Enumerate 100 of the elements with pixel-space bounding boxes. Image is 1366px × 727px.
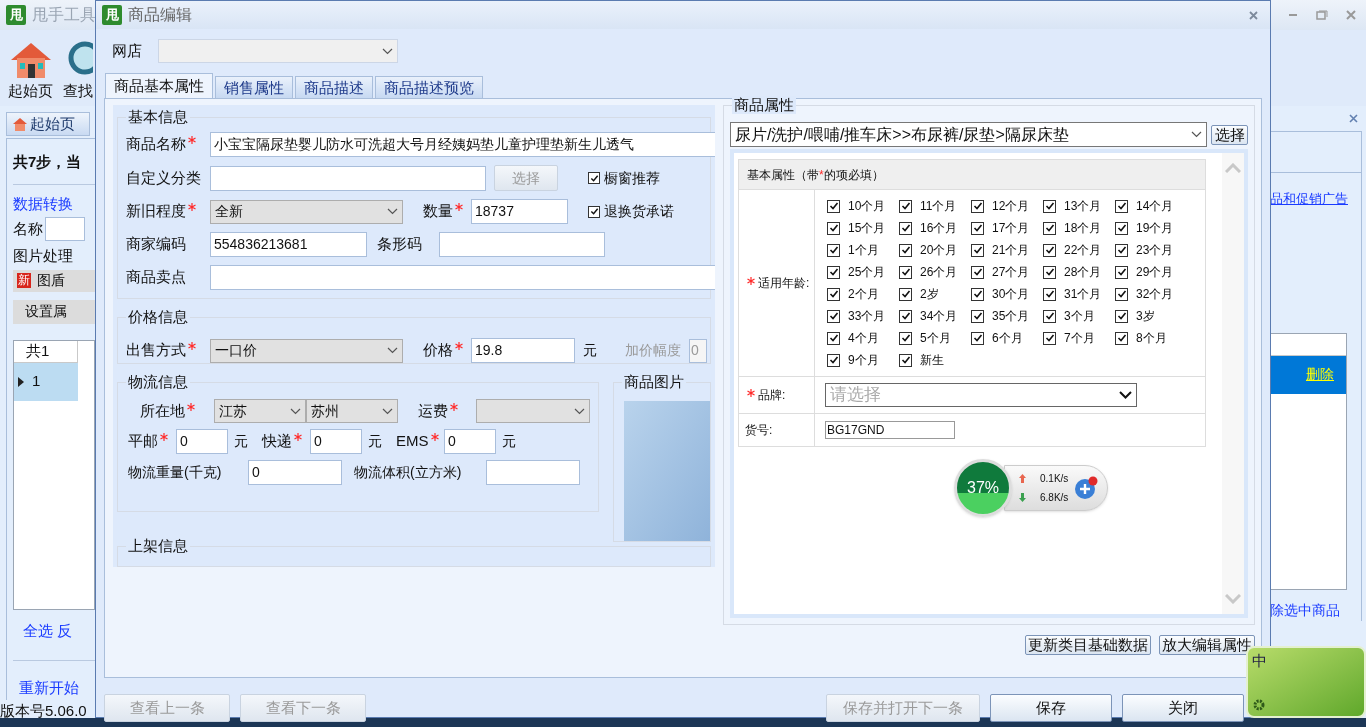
button[interactable]: 更新类目基础数据: [1025, 635, 1151, 655]
tab[interactable]: 商品描述预览: [375, 76, 483, 98]
checkbox[interactable]: [588, 205, 600, 218]
tab[interactable]: 商品描述: [295, 76, 373, 98]
input-field[interactable]: BG17GND: [825, 421, 955, 439]
checkbox[interactable]: [971, 199, 984, 213]
convert-link[interactable]: 数据转换: [13, 192, 95, 215]
button[interactable]: 保存: [990, 694, 1112, 722]
checkbox[interactable]: [827, 243, 840, 257]
checkbox[interactable]: [1043, 265, 1056, 279]
input-field[interactable]: [210, 265, 715, 290]
image-button[interactable]: 图盾: [37, 270, 65, 291]
checkbox[interactable]: [1043, 331, 1056, 345]
input-field[interactable]: 0: [176, 429, 228, 454]
checkbox[interactable]: [971, 265, 984, 279]
category-dropdown[interactable]: 尿片/洗护/喂哺/推车床>>布尿裤/尿垫>隔尿床垫: [730, 122, 1207, 147]
checkbox[interactable]: [899, 309, 912, 323]
tab[interactable]: 商品基本属性: [105, 73, 213, 98]
input-field[interactable]: [210, 165, 486, 191]
checkbox[interactable]: [899, 287, 912, 301]
checkbox-label: 30个月: [992, 286, 1030, 303]
checkbox[interactable]: [827, 265, 840, 279]
checkbox[interactable]: [827, 221, 840, 235]
checkbox[interactable]: [1115, 309, 1128, 323]
checkbox-label: 21个月: [992, 242, 1030, 259]
input-field[interactable]: 0: [248, 460, 342, 485]
checkbox-label: 3个月: [1064, 308, 1095, 325]
group-title: 价格信息: [126, 308, 190, 326]
input-field[interactable]: 19.8: [471, 338, 575, 363]
checkbox[interactable]: [827, 199, 840, 213]
toolbar-button[interactable]: 查找: [63, 39, 93, 102]
field-label: 加价幅度: [625, 341, 681, 360]
checkbox[interactable]: [899, 331, 912, 345]
field-label: 物流重量(千克): [128, 463, 223, 482]
input-field[interactable]: 18737: [471, 199, 568, 224]
field-label: 商品名称: [126, 134, 186, 155]
checkbox[interactable]: [971, 243, 984, 257]
chevron-down-icon: [387, 347, 398, 354]
input-field[interactable]: [439, 232, 605, 257]
unit-label: 元: [583, 341, 597, 360]
checkbox-label: 2个月: [848, 286, 879, 303]
checkbox[interactable]: [1115, 199, 1128, 213]
input-field[interactable]: [486, 460, 580, 485]
group-title: 图片处理: [13, 246, 74, 266]
home-tab[interactable]: 起始页: [6, 112, 90, 136]
checkbox[interactable]: [1115, 287, 1128, 301]
checkbox[interactable]: [1043, 243, 1056, 257]
input-field[interactable]: 0: [310, 429, 362, 454]
dropdown[interactable]: 苏州: [306, 399, 398, 423]
checkbox[interactable]: [827, 309, 840, 323]
select-links[interactable]: 全选 反: [23, 619, 95, 642]
close-icon[interactable]: [1349, 114, 1358, 123]
checkbox[interactable]: [1115, 331, 1128, 345]
promo-link[interactable]: 品和促销广告: [1270, 189, 1361, 209]
checkbox[interactable]: [827, 353, 840, 367]
checkbox[interactable]: [971, 221, 984, 235]
checkbox[interactable]: [588, 172, 600, 184]
unit-label: 元: [368, 432, 382, 451]
checkbox-label: 13个月: [1064, 198, 1102, 215]
input-field[interactable]: [45, 217, 85, 241]
dropdown[interactable]: 一口价: [210, 338, 403, 363]
field-label: 运费: [418, 400, 448, 421]
checkbox[interactable]: [1043, 199, 1056, 213]
checkbox-label: 29个月: [1136, 264, 1174, 281]
checkbox[interactable]: [899, 243, 912, 257]
checkbox[interactable]: [971, 287, 984, 301]
checkbox-label: 34个月: [920, 308, 958, 325]
grid-row[interactable]: 1: [14, 362, 78, 401]
checkbox-label: 5个月: [920, 330, 951, 347]
input-field[interactable]: 小宝宝隔尿垫婴儿防水可洗超大号月经姨妈垫儿童护理垫新生儿透气: [210, 132, 715, 157]
toolbar-button[interactable]: 起始页: [8, 39, 53, 102]
checkbox[interactable]: [1115, 221, 1128, 235]
set-button[interactable]: 设置属: [13, 299, 95, 324]
restart-link[interactable]: 重新开始: [19, 677, 95, 700]
close-icon[interactable]: [1249, 10, 1258, 20]
remove-selected-link[interactable]: 除选中商品: [1270, 600, 1361, 621]
input-field[interactable]: 0: [444, 429, 496, 454]
checkbox[interactable]: [827, 287, 840, 301]
checkbox-label: 31个月: [1064, 286, 1102, 303]
checkbox[interactable]: [899, 353, 912, 367]
checkbox[interactable]: [1043, 309, 1056, 323]
checkbox[interactable]: [971, 331, 984, 345]
checkbox[interactable]: [1043, 287, 1056, 301]
required-asterisk-icon: [188, 342, 196, 351]
checkbox[interactable]: [971, 309, 984, 323]
checkbox[interactable]: [899, 265, 912, 279]
checkbox[interactable]: [827, 331, 840, 345]
ime-mode: 中: [1252, 652, 1267, 670]
tab[interactable]: 销售属性: [215, 76, 293, 98]
button[interactable]: 选择: [1211, 124, 1248, 145]
checkbox[interactable]: [1043, 221, 1056, 235]
checkbox[interactable]: [899, 221, 912, 235]
button[interactable]: 关闭: [1122, 694, 1244, 722]
checkbox[interactable]: [1115, 265, 1128, 279]
input-field[interactable]: 554836213681: [210, 232, 367, 257]
checkbox[interactable]: [899, 199, 912, 213]
plus-icon[interactable]: [1074, 476, 1099, 500]
dropdown[interactable]: 全新: [210, 199, 403, 224]
checkbox[interactable]: [1115, 243, 1128, 257]
dropdown[interactable]: 江苏: [214, 399, 306, 423]
